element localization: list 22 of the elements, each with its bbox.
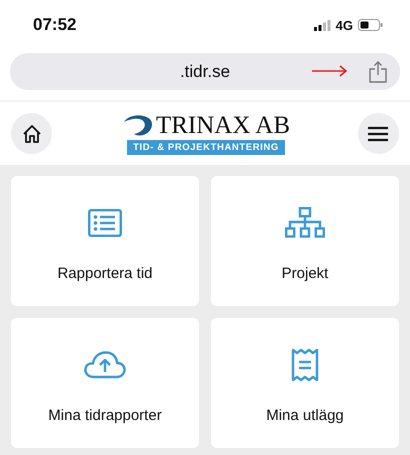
address-bar[interactable]: .tidr.se xyxy=(10,53,400,90)
list-icon xyxy=(88,208,122,236)
clock-time: 07:52 xyxy=(33,15,76,35)
cloud-upload-icon xyxy=(84,350,126,378)
menu-tile[interactable]: Projekt xyxy=(211,176,399,306)
hierarchy-icon xyxy=(285,206,325,238)
menu-tile[interactable]: Mina tidrapporter xyxy=(11,318,199,448)
home-button[interactable] xyxy=(11,113,52,154)
menu-button[interactable] xyxy=(358,113,399,154)
receipt-icon xyxy=(291,348,319,382)
home-icon xyxy=(22,124,42,144)
logo-name: TRINAX AB xyxy=(156,112,290,138)
network-label: 4G xyxy=(336,18,353,32)
arrow-icon xyxy=(312,65,348,77)
menu-icon xyxy=(367,126,390,142)
logo-swoosh-icon xyxy=(122,114,154,136)
menu-tile[interactable]: Rapportera tid xyxy=(11,176,199,306)
logo-tagline: TID- & PROJEKTHANTERING xyxy=(127,140,285,154)
battery-icon xyxy=(358,19,383,31)
share-icon[interactable] xyxy=(369,61,387,83)
menu-tile[interactable]: Mina utlägg xyxy=(211,318,399,448)
signal-icon xyxy=(314,20,331,30)
